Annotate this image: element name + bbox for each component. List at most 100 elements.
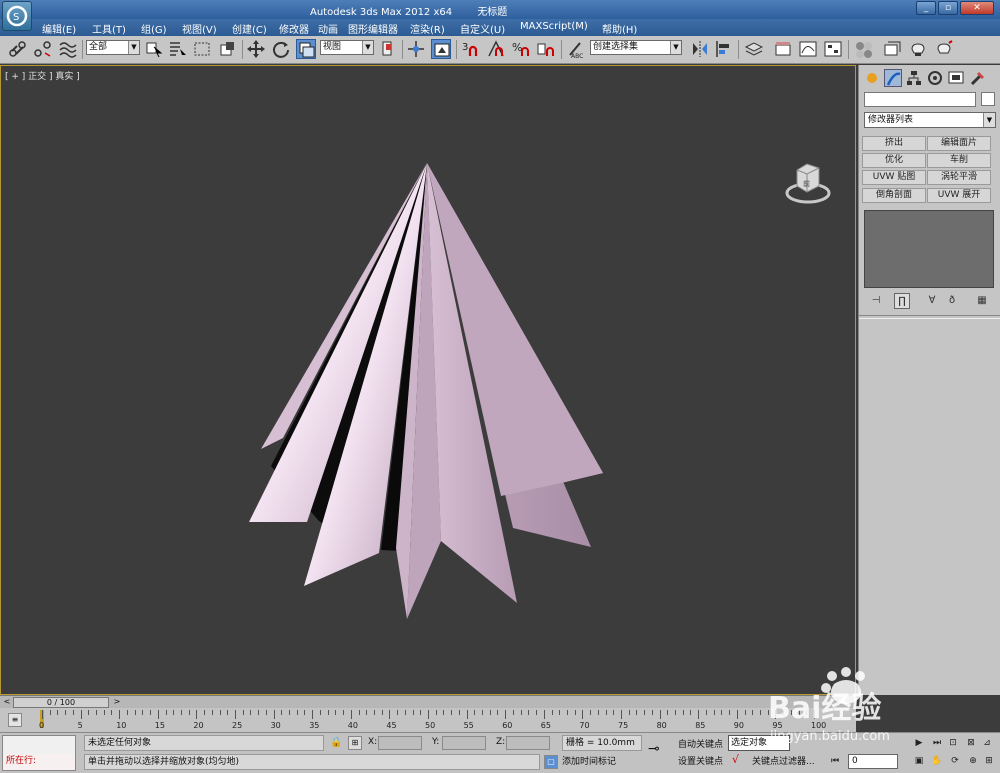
modifier-list-dropdown[interactable]: 修改器列表 ▼ [864, 112, 996, 128]
play-animation-icon[interactable]: ▶ [912, 736, 926, 750]
render-setup-icon[interactable] [882, 39, 902, 59]
window-crossing-icon[interactable] [218, 39, 238, 59]
named-selection-dropdown[interactable]: 创建选择集 ▼ [590, 40, 682, 55]
maximize-viewport-icon[interactable]: ⊞ [982, 754, 996, 768]
show-end-result-icon[interactable]: ∏ [894, 293, 910, 309]
modifier-bevel-profile-button[interactable]: 倒角剖面 [862, 188, 926, 203]
modifier-stack[interactable] [864, 210, 994, 288]
y-coordinate-field[interactable] [442, 736, 486, 750]
auto-key-button[interactable]: 自动关键点 [678, 737, 723, 750]
render-production-icon[interactable] [934, 39, 954, 59]
set-key-button[interactable]: 设置关键点 [678, 754, 723, 767]
graphite-tools-icon[interactable] [773, 39, 793, 59]
lock-selection-icon[interactable]: 🔒 [330, 737, 342, 748]
field-of-view-icon[interactable]: ⊿ [980, 736, 994, 750]
object-color-swatch[interactable] [981, 92, 995, 106]
current-frame-field[interactable]: 0 [848, 754, 898, 769]
bind-space-warp-icon[interactable] [58, 39, 78, 59]
modifier-unwrap-uvw-button[interactable]: UVW 展开 [927, 188, 991, 203]
selection-filter-dropdown[interactable]: 全部 ▼ [86, 40, 140, 55]
percent-snap-icon[interactable]: % [511, 39, 531, 59]
close-button[interactable]: ✕ [960, 1, 994, 15]
snaps-toggle-icon[interactable]: 3 [461, 39, 481, 59]
select-and-scale-icon[interactable] [296, 39, 316, 59]
absolute-mode-icon[interactable]: ⊞ [348, 736, 362, 750]
time-slider[interactable]: < 0 / 100 > [0, 695, 856, 708]
modifier-uvw-map-button[interactable]: UVW 贴图 [862, 170, 926, 185]
track-bar[interactable]: ≡ 0 5 10 15 20 25 30 35 40 45 50 55 60 65 70 75 80 85 90 95… [0, 708, 856, 732]
walk-through-icon[interactable]: ⟳ [948, 754, 962, 768]
create-tab-icon[interactable] [863, 69, 881, 87]
reference-coordinate-dropdown[interactable]: 视图 ▼ [320, 40, 374, 55]
z-coordinate-field[interactable] [506, 736, 550, 750]
select-and-manipulate-icon[interactable] [406, 39, 426, 59]
mini-curve-editor-icon[interactable]: ≡ [8, 713, 22, 727]
rect-selection-region-icon[interactable] [192, 39, 212, 59]
modifier-edit-patch-button[interactable]: 编辑面片 [927, 136, 991, 151]
maxscript-listener[interactable]: 所在行: [2, 735, 76, 771]
key-selection-dropdown[interactable]: 选定对象 [728, 735, 790, 751]
set-key-mode-icon[interactable]: ⊸ [648, 741, 660, 757]
material-editor-icon[interactable] [854, 39, 874, 59]
go-to-start-icon[interactable]: ⏮ [828, 754, 842, 768]
listener-line[interactable]: 所在行: [3, 754, 75, 770]
maximize-button[interactable]: ▫ [938, 1, 958, 15]
keyboard-shortcut-override-icon[interactable] [431, 39, 451, 59]
key-filter-curve-icon[interactable]: √ [732, 753, 739, 766]
edit-named-selection-icon[interactable]: ABC [566, 39, 586, 60]
zoom-all-icon[interactable]: ⊠ [964, 736, 978, 750]
mirror-icon[interactable] [690, 39, 710, 59]
display-tab-icon[interactable] [947, 69, 965, 87]
cone-object[interactable] [1, 66, 857, 696]
modify-tab-icon[interactable] [884, 69, 902, 87]
hierarchy-tab-icon[interactable] [905, 69, 923, 87]
curve-editor-icon[interactable] [798, 39, 818, 59]
align-icon[interactable] [714, 39, 734, 59]
orbit-icon[interactable]: ⊕ [966, 754, 980, 768]
viewcube[interactable]: 前 [785, 156, 831, 209]
link-icon[interactable] [8, 39, 28, 59]
remove-modifier-icon[interactable]: ð [944, 293, 960, 309]
utilities-tab-icon[interactable] [969, 69, 987, 87]
time-slider-next-icon[interactable]: > [112, 697, 122, 708]
modifier-extrude-button[interactable]: 挤出 [862, 136, 926, 151]
menu-customize[interactable]: 自定义(U) [460, 21, 505, 36]
menu-maxscript[interactable]: MAXScript(M) [520, 21, 588, 32]
select-and-move-icon[interactable] [246, 39, 266, 59]
x-coordinate-field[interactable] [378, 736, 422, 750]
menu-edit[interactable]: 编辑(E) [42, 21, 76, 36]
menu-rendering[interactable]: 渲染(R) [410, 21, 445, 36]
app-logo-icon[interactable]: S [2, 1, 32, 31]
pin-stack-icon[interactable]: ⊣ [868, 293, 884, 309]
modifier-optimize-button[interactable]: 优化 [862, 153, 926, 168]
time-slider-prev-icon[interactable]: < [2, 697, 12, 708]
modifier-turbosmooth-button[interactable]: 涡轮平滑 [927, 170, 991, 185]
unlink-icon[interactable] [33, 39, 53, 59]
schematic-view-icon[interactable] [823, 39, 843, 59]
next-frame-icon[interactable]: ⏭ [930, 736, 944, 750]
select-and-rotate-icon[interactable] [271, 39, 291, 59]
menu-views[interactable]: 视图(V) [182, 21, 217, 36]
zoom-extents-icon[interactable]: ⊡ [946, 736, 960, 750]
pan-view-icon[interactable]: ✋ [930, 754, 944, 768]
time-slider-thumb[interactable]: 0 / 100 [13, 697, 109, 708]
object-name-field[interactable] [864, 92, 976, 107]
make-unique-icon[interactable]: ∀ [924, 293, 940, 309]
menu-create[interactable]: 创建(C) [232, 21, 267, 36]
menu-modifiers[interactable]: 修改器 [279, 21, 309, 36]
select-by-name-icon[interactable] [168, 39, 188, 59]
angle-snap-icon[interactable] [486, 39, 506, 59]
zoom-region-icon[interactable]: ▣ [912, 754, 926, 768]
menu-group[interactable]: 组(G) [141, 21, 167, 36]
menu-help[interactable]: 帮助(H) [602, 21, 637, 36]
modifier-lathe-button[interactable]: 车削 [927, 153, 991, 168]
select-object-icon[interactable] [144, 39, 164, 59]
minimize-button[interactable]: _ [916, 1, 936, 15]
key-filters-button[interactable]: 关键点过滤器... [752, 754, 815, 767]
perspective-viewport[interactable]: [ + ] 正交 ] 真实 ] 前 [0, 65, 857, 736]
add-time-tag[interactable]: 添加时间标记 [562, 754, 616, 767]
layer-manager-icon[interactable] [744, 39, 764, 59]
spinner-snap-icon[interactable] [536, 39, 556, 59]
time-tag-icon[interactable]: ▢ [544, 755, 558, 769]
rendered-frame-window-icon[interactable] [908, 39, 928, 59]
